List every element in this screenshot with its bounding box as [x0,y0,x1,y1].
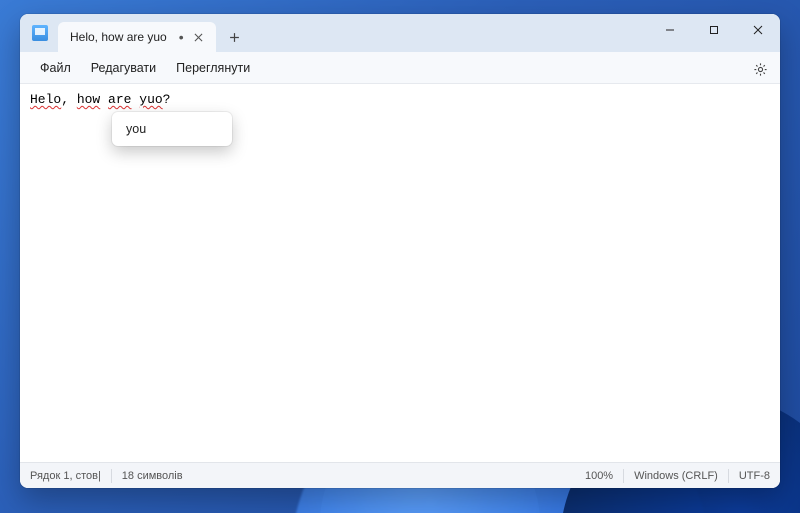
window-controls [648,14,780,52]
status-cursor-position[interactable]: Рядок 1, стов| [30,470,101,482]
close-window-button[interactable] [736,14,780,46]
menu-file[interactable]: Файл [30,57,81,79]
misspelled-word[interactable]: Helo [30,92,61,107]
unsaved-indicator-icon: • [179,30,184,44]
spellcheck-suggestion-popup: you [112,112,232,146]
document-tab[interactable]: Helo, how are yuo • [58,22,216,52]
tab-close-button[interactable] [192,30,206,44]
menu-view[interactable]: Переглянути [166,57,260,79]
minimize-button[interactable] [648,14,692,46]
maximize-button[interactable] [692,14,736,46]
menubar: Файл Редагувати Переглянути [20,52,780,84]
status-char-count[interactable]: 18 символів [122,470,183,482]
titlebar: Helo, how are yuo • [20,14,780,52]
notepad-app-icon [32,25,48,41]
statusbar: Рядок 1, стов| 18 символів 100% Windows … [20,462,780,488]
status-line-endings[interactable]: Windows (CRLF) [634,470,718,482]
misspelled-word[interactable]: how [77,92,100,107]
settings-button[interactable] [748,57,772,81]
status-encoding[interactable]: UTF-8 [739,470,770,482]
notepad-window: Helo, how are yuo • Файл Редагувати Пере… [20,14,780,488]
status-zoom[interactable]: 100% [585,470,613,482]
editor-line-1: Helo, how are yuo? [30,92,770,107]
menu-edit[interactable]: Редагувати [81,57,166,79]
tab-title: Helo, how are yuo [70,30,167,44]
divider [623,469,624,483]
suggestion-item[interactable]: you [112,118,232,140]
misspelled-word[interactable]: are [108,92,131,107]
gear-icon [753,62,768,77]
divider [111,469,112,483]
misspelled-word[interactable]: yuo [139,92,162,107]
divider [728,469,729,483]
new-tab-button[interactable] [220,22,250,52]
text-editor[interactable]: Helo, how are yuo? you [20,84,780,462]
